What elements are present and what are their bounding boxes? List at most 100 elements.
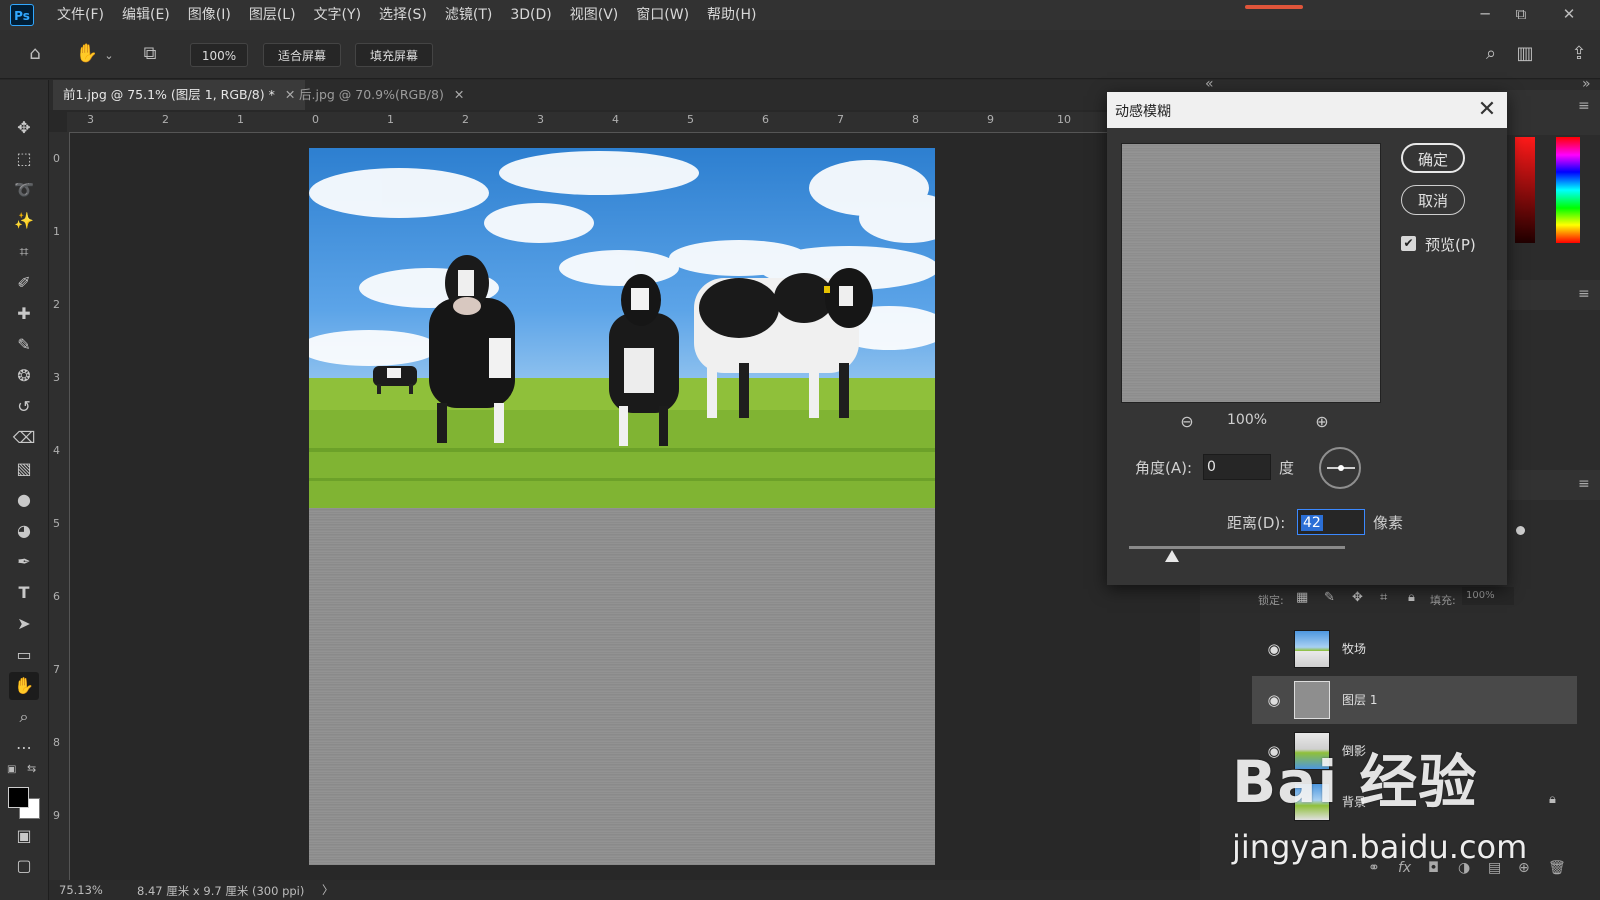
- close-window-icon[interactable]: ✕: [1554, 2, 1584, 26]
- tab-after-jpg[interactable]: 后.jpg @ 70.9%(RGB/8) ✕: [289, 80, 474, 110]
- distance-input[interactable]: 42: [1297, 509, 1365, 535]
- zoom-icon[interactable]: ⌕: [9, 703, 39, 731]
- menu-window[interactable]: 窗口(W): [636, 0, 689, 30]
- healing-brush-icon[interactable]: ✚: [9, 300, 39, 328]
- eraser-icon[interactable]: ⌫: [9, 424, 39, 452]
- close-tab-icon[interactable]: ✕: [454, 87, 464, 102]
- menu-items: 文件(F) 编辑(E) 图像(I) 图层(L) 文字(Y) 选择(S) 滤镜(T…: [57, 0, 757, 30]
- foreground-color-swatch[interactable]: [8, 787, 29, 808]
- distance-slider[interactable]: [1129, 546, 1345, 549]
- lasso-icon[interactable]: ➰: [9, 176, 39, 204]
- hand-icon[interactable]: ✋: [9, 672, 39, 700]
- ruler-label: 2: [462, 113, 469, 126]
- brush-icon[interactable]: ✎: [9, 331, 39, 359]
- marquee-icon[interactable]: ⬚: [9, 145, 39, 173]
- home-icon[interactable]: ⌂: [22, 42, 48, 66]
- chevron-down-icon[interactable]: ⌄: [102, 44, 116, 68]
- workspace-icon[interactable]: ▥: [1512, 42, 1538, 66]
- preview-checkbox[interactable]: ✔: [1401, 236, 1416, 251]
- cancel-button[interactable]: 取消: [1401, 185, 1465, 215]
- ruler-label: 2: [53, 298, 60, 311]
- swap-colors-icon[interactable]: ⇆: [27, 762, 41, 776]
- history-brush-icon[interactable]: ↺: [9, 393, 39, 421]
- panel-menu-icon[interactable]: ≡: [1578, 98, 1590, 114]
- close-icon[interactable]: ✕: [1473, 96, 1501, 124]
- layer-thumbnail: [1294, 630, 1330, 668]
- zoom-in-icon[interactable]: ⊕: [1310, 410, 1334, 434]
- tab-label: 前1.jpg @ 75.1% (图层 1, RGB/8) *: [63, 87, 275, 102]
- hand-tool-icon[interactable]: ✋: [74, 42, 100, 66]
- quick-mask-icon[interactable]: ▣: [9, 822, 39, 850]
- delete-layer-icon[interactable]: 🗑︎: [1548, 860, 1566, 876]
- zoom-out-icon[interactable]: ⊖: [1175, 410, 1199, 434]
- menu-help[interactable]: 帮助(H): [707, 0, 756, 30]
- gradient-icon[interactable]: ▧: [9, 455, 39, 483]
- visibility-eye-icon[interactable]: ◉: [1264, 639, 1284, 659]
- tab-before-jpg[interactable]: 前1.jpg @ 75.1% (图层 1, RGB/8) * ✕: [53, 80, 306, 110]
- menu-type[interactable]: 文字(Y): [314, 0, 361, 30]
- panel-menu-icon[interactable]: ≡: [1578, 286, 1590, 302]
- status-zoom[interactable]: 75.13%: [59, 883, 103, 897]
- stamp-icon[interactable]: ❂: [9, 362, 39, 390]
- ruler-label: 0: [53, 152, 60, 165]
- preview-label[interactable]: 预览(P): [1425, 234, 1476, 255]
- lock-position-icon[interactable]: ✥: [1352, 590, 1363, 605]
- angle-input[interactable]: [1203, 454, 1271, 480]
- menu-edit[interactable]: 编辑(E): [122, 0, 170, 30]
- fill-screen-button[interactable]: 填充屏幕: [355, 43, 433, 67]
- ok-button[interactable]: 确定: [1401, 143, 1465, 173]
- angle-dial-center: [1338, 465, 1344, 471]
- color-field[interactable]: [1515, 137, 1535, 243]
- dodge-icon[interactable]: ◕: [9, 517, 39, 545]
- lock-all-icon[interactable]: 🔒︎: [1408, 590, 1415, 605]
- search-icon[interactable]: ⌕: [1478, 42, 1504, 66]
- dialog-title-bar[interactable]: 动感模糊 ✕: [1107, 92, 1507, 128]
- ruler-label: 3: [537, 113, 544, 126]
- fit-screen-button[interactable]: 适合屏幕: [263, 43, 341, 67]
- menu-layer[interactable]: 图层(L): [249, 0, 296, 30]
- filter-toggle-icon[interactable]: [1516, 526, 1525, 535]
- menu-image[interactable]: 图像(I): [188, 0, 231, 30]
- default-colors-icon[interactable]: ▣: [7, 764, 19, 776]
- zoom-100-button[interactable]: 100%: [190, 43, 248, 67]
- rectangle-icon[interactable]: ▭: [9, 641, 39, 669]
- layer-name[interactable]: 图层 1: [1342, 691, 1377, 708]
- visibility-eye-icon[interactable]: ◉: [1264, 690, 1284, 710]
- lock-pixels-icon[interactable]: ✎: [1324, 590, 1335, 605]
- toolbar: ✥ ⬚ ➰ ✨ ⌗ ✐ ✚ ✎ ❂ ↺ ⌫ ▧ ● ◕ ✒ T ➤ ▭ ✋ ⌕ …: [0, 80, 49, 900]
- screen-mode-icon[interactable]: ▢: [9, 852, 39, 880]
- pen-icon[interactable]: ✒: [9, 548, 39, 576]
- menu-3d[interactable]: 3D(D): [510, 0, 551, 30]
- photoshop-logo: Ps: [10, 4, 34, 26]
- crop-icon[interactable]: ⌗: [9, 238, 39, 266]
- menu-select[interactable]: 选择(S): [379, 0, 427, 30]
- distance-slider-thumb[interactable]: [1165, 550, 1180, 562]
- lock-transparent-icon[interactable]: ▦: [1296, 590, 1308, 605]
- panel-menu-icon[interactable]: ≡: [1578, 476, 1590, 492]
- share-icon[interactable]: ⇪: [1566, 42, 1592, 66]
- menu-filter[interactable]: 滤镜(T): [445, 0, 492, 30]
- magic-wand-icon[interactable]: ✨: [9, 207, 39, 235]
- status-arrow-icon[interactable]: 〉: [322, 882, 334, 898]
- hue-slider[interactable]: [1556, 137, 1580, 243]
- menu-view[interactable]: 视图(V): [570, 0, 619, 30]
- scroll-all-windows-icon[interactable]: ⧉: [137, 42, 163, 66]
- path-select-icon[interactable]: ➤: [9, 610, 39, 638]
- layer-name[interactable]: 牧场: [1342, 640, 1366, 657]
- filter-preview[interactable]: [1121, 143, 1381, 403]
- angle-dial[interactable]: [1319, 447, 1361, 489]
- move-icon[interactable]: ✥: [9, 114, 39, 142]
- type-icon[interactable]: T: [9, 579, 39, 607]
- minimize-icon[interactable]: ─: [1470, 2, 1500, 26]
- blur-icon[interactable]: ●: [9, 486, 39, 514]
- restore-icon[interactable]: ⧉: [1506, 2, 1536, 26]
- layer-row-pasture[interactable]: ◉ 牧场: [1252, 625, 1577, 673]
- more-tools-icon[interactable]: ⋯: [9, 734, 39, 762]
- layer-row-layer-1[interactable]: ◉ 图层 1: [1252, 676, 1577, 724]
- lock-artboard-icon[interactable]: ⌗: [1380, 590, 1387, 605]
- menu-file[interactable]: 文件(F): [57, 0, 104, 30]
- document-image[interactable]: [309, 148, 935, 865]
- fill-input[interactable]: 100%: [1462, 587, 1514, 605]
- eyedropper-icon[interactable]: ✐: [9, 269, 39, 297]
- status-bar: 75.13% 8.47 厘米 x 9.7 厘米 (300 ppi) 〉: [49, 880, 1200, 900]
